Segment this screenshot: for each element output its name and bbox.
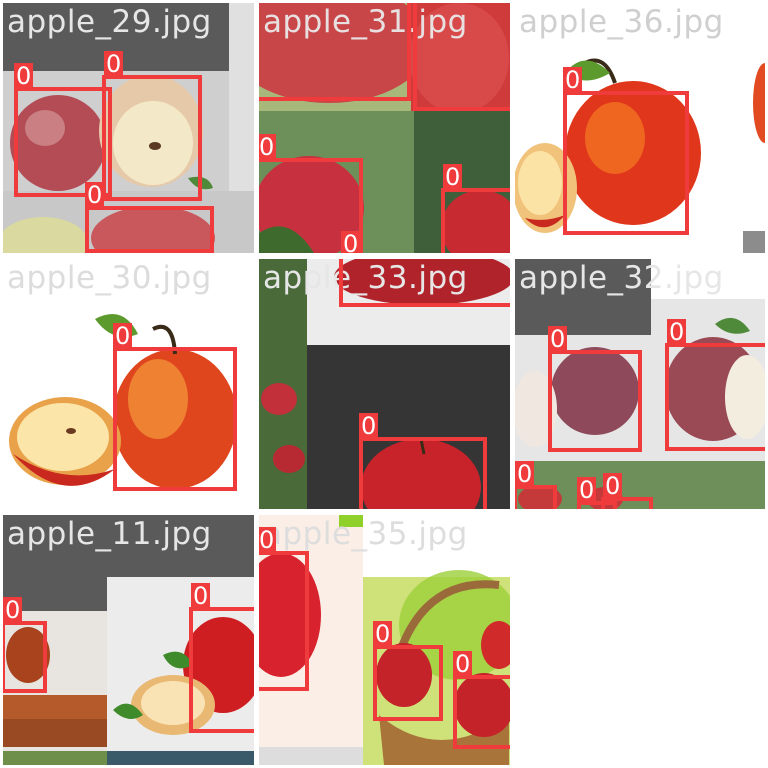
detection-box: [413, 3, 510, 111]
class-label: 0: [359, 412, 379, 440]
detection-box: [548, 350, 642, 452]
class-label: 0: [667, 318, 687, 346]
class-label: 0: [603, 472, 623, 500]
detection-box: [563, 91, 689, 235]
detection-box: [259, 551, 309, 691]
tile-apple-31: apple_31.jpg 0 0 0: [259, 3, 510, 253]
tile-apple-36: apple_36.jpg 0: [515, 3, 765, 253]
detection-box: [113, 347, 237, 491]
tile-apple-32: apple_32.jpg 0 0 0 0 0: [515, 259, 765, 509]
class-label: 0: [373, 620, 393, 648]
class-label: 0: [341, 231, 361, 253]
detection-box: [259, 3, 411, 101]
detection-box: [85, 206, 214, 253]
class-label: 0: [453, 650, 473, 678]
class-label: 0: [113, 322, 133, 350]
filename-label: apple_35.jpg: [263, 516, 468, 552]
detection-box: [441, 188, 510, 253]
class-label: 0: [443, 163, 463, 191]
filename-label: apple_29.jpg: [7, 4, 212, 40]
filename-label: apple_11.jpg: [7, 516, 212, 552]
class-label: 0: [191, 582, 211, 610]
tile-apple-33: apple_33.jpg 0: [259, 259, 510, 509]
detection-box: [515, 485, 557, 509]
detection-box: [359, 437, 487, 509]
class-label: 0: [563, 66, 583, 94]
tile-apple-30: apple_30.jpg 0: [3, 259, 254, 509]
tile-apple-11: apple_11.jpg 0 0: [3, 515, 254, 765]
class-label: 0: [259, 133, 277, 161]
filename-label: apple_32.jpg: [519, 260, 724, 296]
class-label: 0: [259, 526, 277, 554]
tile-apple-35: apple_35.jpg 0 0 0: [259, 515, 510, 765]
detection-box: [665, 343, 765, 451]
class-label: 0: [85, 181, 105, 209]
detection-box: [373, 645, 443, 721]
class-label: 0: [104, 50, 124, 78]
filename-label: apple_36.jpg: [519, 4, 724, 40]
filename-label: apple_30.jpg: [7, 260, 212, 296]
detection-box: [339, 259, 510, 307]
class-label: 0: [515, 460, 535, 488]
class-label: 0: [14, 62, 34, 90]
detection-box: [3, 621, 47, 693]
detection-box: [102, 75, 202, 201]
class-label: 0: [548, 325, 568, 353]
class-label: 0: [577, 476, 597, 504]
detection-box: [189, 607, 254, 733]
class-label: 0: [3, 596, 23, 624]
detection-box: [453, 675, 510, 749]
empty-cell: [515, 515, 765, 765]
tile-apple-29: apple_29.jpg 0 0 0: [3, 3, 254, 253]
